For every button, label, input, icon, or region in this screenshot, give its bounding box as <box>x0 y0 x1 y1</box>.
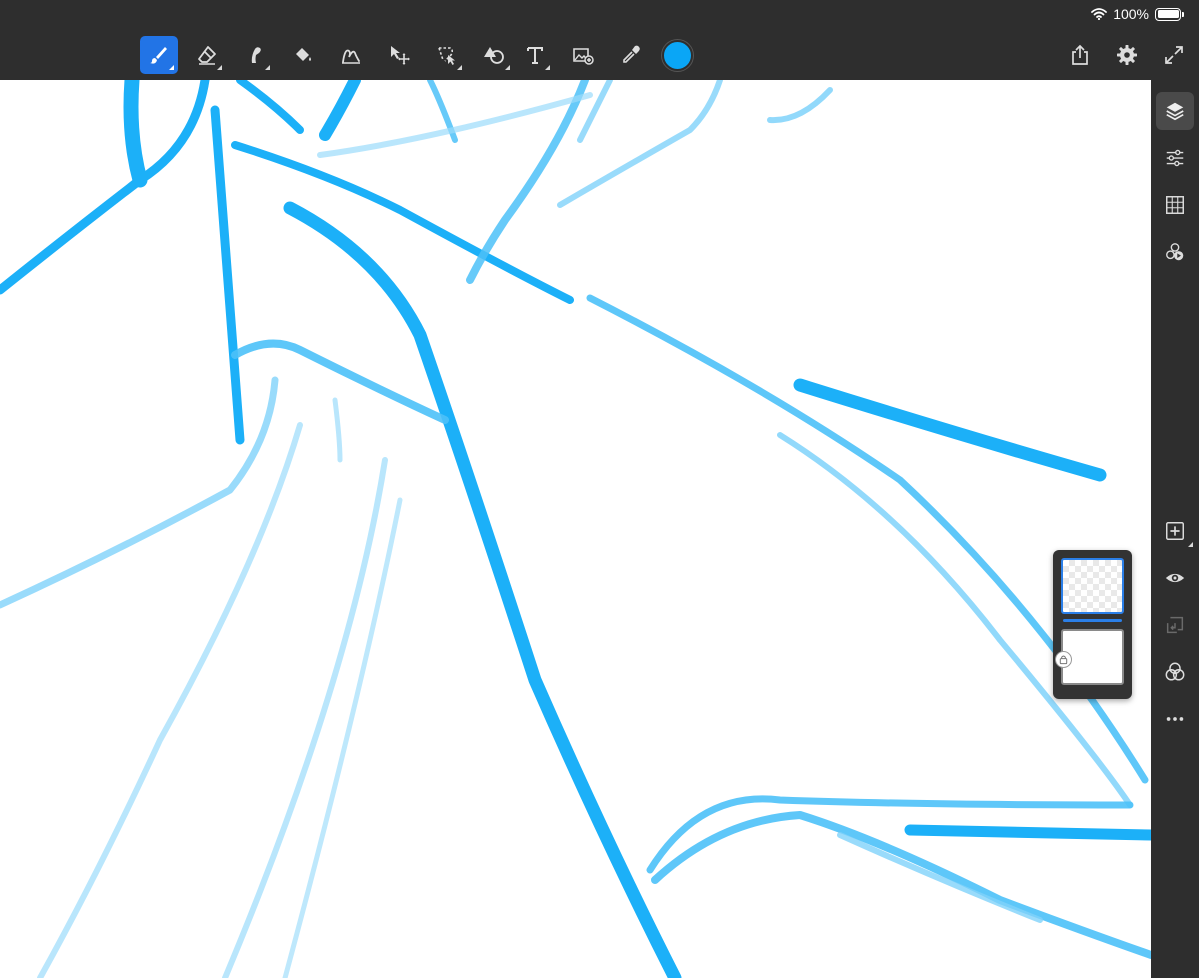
settings-button[interactable] <box>1108 36 1146 74</box>
eraser-tool-button[interactable] <box>188 36 226 74</box>
shape-tool-button[interactable] <box>476 36 514 74</box>
stroke <box>904 824 1151 841</box>
stroke <box>282 497 403 978</box>
blend-mode-button[interactable] <box>1156 653 1194 691</box>
stroke <box>332 397 343 463</box>
brush-tool-button[interactable] <box>140 36 178 74</box>
battery-icon <box>1155 7 1184 21</box>
lasso-selection-icon <box>438 47 455 65</box>
share-button[interactable] <box>1061 36 1099 74</box>
battery-percentage: 100% <box>1113 6 1149 22</box>
stroke <box>767 87 833 124</box>
fullscreen-button[interactable] <box>1155 36 1193 74</box>
visibility-icon <box>1165 573 1185 583</box>
adjustments-button[interactable] <box>1156 139 1194 177</box>
visibility-button[interactable] <box>1156 559 1194 597</box>
layer-lock-icon[interactable] <box>1055 651 1072 668</box>
canvas-strokes <box>0 80 1151 978</box>
merge-down-button[interactable] <box>1156 606 1194 644</box>
image-add-icon <box>573 48 594 65</box>
stroke <box>123 80 148 188</box>
text-tool-button[interactable] <box>516 36 554 74</box>
timelapse-icon <box>1166 243 1184 261</box>
add-layer-icon <box>1166 522 1184 540</box>
settings-icon <box>1117 45 1137 65</box>
stroke <box>837 832 1043 923</box>
sidebar <box>1151 80 1199 978</box>
fill-tool-button[interactable] <box>284 36 322 74</box>
stroke <box>586 294 1149 784</box>
merge-down-icon <box>1166 616 1184 634</box>
eyedropper-tool-button[interactable] <box>612 36 650 74</box>
drawing-app: 100% <box>0 0 1199 978</box>
share-icon <box>1072 44 1088 65</box>
stroke <box>231 339 449 424</box>
stroke <box>231 141 574 304</box>
fill-bucket-icon <box>296 48 311 61</box>
layers-icon <box>1166 102 1184 121</box>
status-right: 100% <box>1091 6 1184 22</box>
stroke <box>236 80 304 134</box>
fullscreen-icon <box>1165 46 1183 64</box>
grid-icon <box>1166 196 1184 214</box>
shape-icon <box>484 47 504 64</box>
layer-selection-indicator <box>1063 619 1122 622</box>
blend-mode-icon <box>1165 662 1185 681</box>
stroke <box>0 80 210 295</box>
stroke <box>283 201 682 978</box>
adjustments-icon <box>1166 149 1184 167</box>
more-button[interactable] <box>1156 700 1194 738</box>
grid-button[interactable] <box>1156 186 1194 224</box>
liquify-icon <box>342 49 360 64</box>
stroke <box>210 105 245 445</box>
eyedropper-icon <box>623 45 640 63</box>
selection-tool-button[interactable] <box>428 36 466 74</box>
smudge-tool-button[interactable] <box>236 36 274 74</box>
smudge-icon <box>251 47 261 63</box>
image-tool-button[interactable] <box>564 36 602 74</box>
stroke <box>793 378 1107 482</box>
layers-button[interactable] <box>1156 92 1194 130</box>
liquify-tool-button[interactable] <box>332 36 370 74</box>
layers-panel <box>1053 550 1132 699</box>
eraser-icon <box>198 46 216 65</box>
transform-icon <box>391 46 410 65</box>
brush-icon <box>150 47 167 64</box>
text-icon <box>527 47 543 64</box>
transform-tool-button[interactable] <box>380 36 418 74</box>
add-layer-button[interactable] <box>1156 512 1194 550</box>
wifi-icon <box>1091 8 1108 20</box>
drawing-canvas[interactable] <box>0 80 1151 978</box>
timelapse-button[interactable] <box>1156 233 1194 271</box>
more-icon <box>1166 717 1184 721</box>
status-bar: 100% <box>0 0 1199 30</box>
color-swatch[interactable] <box>662 40 693 71</box>
toolbar <box>0 30 1199 80</box>
stroke <box>319 80 361 141</box>
layer-thumbnail-selected[interactable] <box>1061 558 1124 614</box>
